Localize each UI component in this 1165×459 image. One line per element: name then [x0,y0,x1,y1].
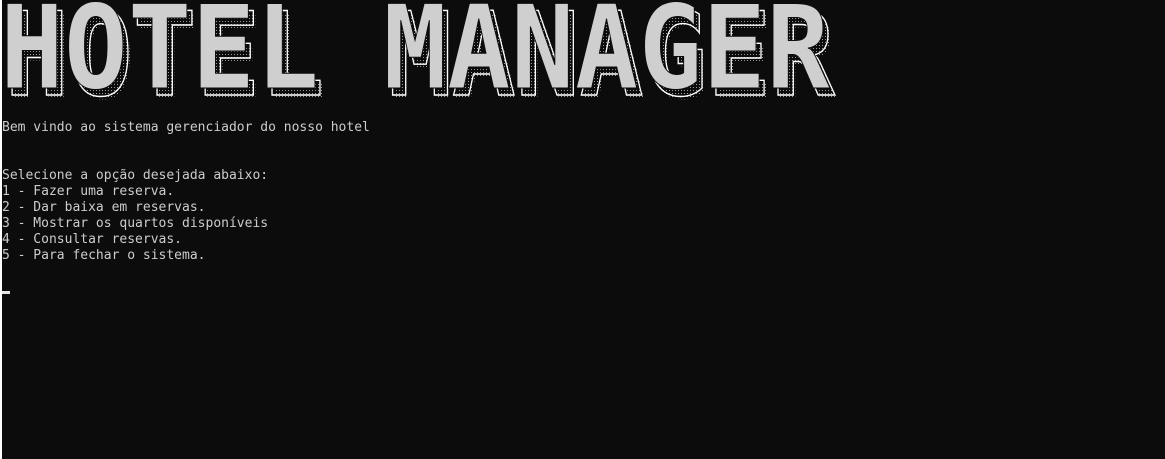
menu-option-3: 3 - Mostrar os quartos disponíveis [2,216,269,231]
menu-option-2: 2 - Dar baixa em reservas. [2,200,206,215]
menu-option-5: 5 - Para fechar o sistema. [2,248,206,263]
menu-option-4: 4 - Consultar reservas. [2,232,183,247]
ascii-art-banner: HOTEL MANAGER HOTEL MANAGER HOTEL MANAGER [2,0,840,104]
menu-prompt: Selecione a opção desejada abaixo: [2,168,269,183]
text-cursor[interactable] [2,291,10,294]
console-window[interactable]: HOTEL MANAGER HOTEL MANAGER HOTEL MANAGER … [2,0,1165,459]
banner-title: HOTEL MANAGER [2,0,830,104]
banner-art: HOTEL MANAGERHOTEL MANAGERHOTEL MANAGER [2,0,837,104]
menu-option-1: 1 - Fazer uma reserva. [2,184,175,199]
welcome-message: Bem vindo ao sistema gerenciador do noss… [2,120,370,135]
